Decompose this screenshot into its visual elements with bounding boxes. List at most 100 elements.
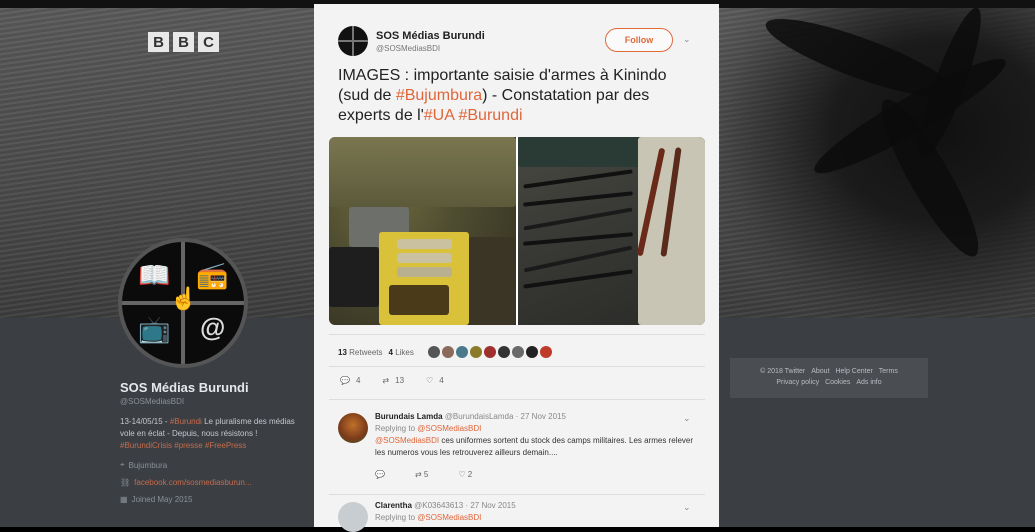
footer-links: © 2018 Twitter About Help Center Terms P… — [730, 358, 928, 398]
likes-stat[interactable]: 4 Likes — [389, 348, 414, 357]
calendar-icon: ▦ — [120, 495, 128, 504]
profile-avatar[interactable]: 📖 📻 📺 @ ☝ — [118, 238, 248, 368]
at-icon: @ — [200, 312, 226, 342]
liker-avatar[interactable] — [497, 346, 510, 358]
reply-date[interactable]: · 27 Nov 2015 — [516, 412, 566, 421]
footer-link-help[interactable]: Help Center — [835, 368, 872, 375]
retweets-count: 13 — [338, 347, 347, 357]
liker-avatar[interactable] — [469, 346, 482, 358]
liker-avatar[interactable] — [539, 346, 552, 358]
footer-copyright: © 2018 Twitter — [760, 368, 806, 375]
liker-avatar[interactable] — [441, 346, 454, 358]
hashtag-bujumbura[interactable]: #Bujumbura — [396, 87, 482, 104]
footer-link-ads[interactable]: Ads info — [856, 379, 881, 386]
profile-name[interactable]: SOS Médias Burundi — [120, 380, 310, 395]
divider — [329, 494, 705, 495]
tweet-author-handle[interactable]: @SOSMediasBDI — [376, 44, 485, 53]
tweet-photo[interactable] — [329, 137, 705, 325]
footer-link-about[interactable]: About — [811, 368, 829, 375]
bbc-letter: B — [173, 32, 194, 52]
divider — [329, 334, 705, 335]
tweet-stats: 13 Retweets 4 Likes — [338, 346, 552, 358]
profile-website[interactable]: ⛓ facebook.com/sosmediasburun... — [120, 478, 310, 487]
profile-joined: ▦ Joined May 2015 — [120, 495, 310, 504]
photo-seized-weapons[interactable] — [518, 137, 705, 325]
tweet-header: SOS Médias Burundi @SOSMediasBDI — [338, 26, 485, 56]
likes-label: Likes — [395, 347, 414, 357]
book-icon: 📖 — [138, 260, 171, 290]
hand-pointer-icon: ☝ — [170, 286, 198, 311]
bio-prefix: 13-14/05/15 - — [120, 417, 170, 426]
reply-icon[interactable]: 💬 — [375, 469, 385, 481]
liker-avatar[interactable] — [525, 346, 538, 358]
liker-avatars — [427, 346, 552, 358]
bbc-letter: C — [198, 32, 219, 52]
tweet-author-name[interactable]: SOS Médias Burundi — [376, 30, 485, 42]
reply-like-count: 2 — [467, 470, 473, 479]
liker-avatar[interactable] — [511, 346, 524, 358]
radio-icon: 📻 — [196, 260, 229, 290]
reply-date[interactable]: · 27 Nov 2015 — [465, 501, 515, 510]
replying-to-mention[interactable]: @SOSMediasBDI — [417, 513, 481, 522]
profile-sidebar: SOS Médias Burundi @SOSMediasBDI 13-14/0… — [120, 380, 310, 504]
retweet-button[interactable]: ⇄ 5 — [415, 469, 428, 481]
retweet-icon: ⇄ — [382, 376, 390, 385]
like-button[interactable]: ♡ 4 — [426, 376, 444, 385]
reply-icon: 💬 — [340, 376, 350, 385]
joined-text: Joined May 2015 — [131, 495, 193, 504]
bio-hashtags[interactable]: #BurundiCrisis #presse #FreePress — [120, 441, 246, 450]
retweets-stat[interactable]: 13 Retweets — [338, 348, 383, 357]
reply-count: 4 — [355, 376, 361, 385]
reply-actions: 💬 ⇄ 5 ♡ 2 — [375, 469, 695, 481]
reply-author-handle[interactable]: @K03643613 — [414, 501, 463, 510]
like-count: 4 — [439, 376, 444, 385]
profile-handle: @SOSMediasBDI — [120, 397, 185, 406]
location-text: Bujumbura — [128, 460, 168, 470]
chevron-down-icon[interactable]: ⌄ — [683, 502, 691, 513]
likes-count: 4 — [388, 347, 393, 357]
liker-avatar[interactable] — [483, 346, 496, 358]
bio-hashtag[interactable]: #Burundi — [170, 417, 202, 426]
footer-link-cookies[interactable]: Cookies — [825, 379, 850, 386]
tweet-author-avatar[interactable] — [338, 26, 368, 56]
profile-bio: 13-14/05/15 - #Burundi Le pluralisme des… — [120, 416, 310, 452]
bbc-logo: B B C — [148, 32, 219, 52]
profile-location: ⌖ Bujumbura — [120, 460, 310, 470]
footer-link-privacy[interactable]: Privacy policy — [776, 379, 819, 386]
like-button[interactable]: ♡ 2 — [458, 469, 472, 481]
retweets-label: Retweets — [349, 347, 383, 357]
reply-avatar[interactable] — [338, 413, 368, 443]
chevron-down-icon[interactable]: ⌄ — [683, 413, 691, 424]
reply-retweet-count: 5 — [423, 470, 429, 479]
reply-author-name[interactable]: Clarentha — [375, 501, 412, 510]
reply-mention[interactable]: @SOSMediasBDI — [375, 436, 439, 445]
footer-link-terms[interactable]: Terms — [879, 368, 898, 375]
location-icon: ⌖ — [120, 460, 125, 469]
reply-author-name[interactable]: Burundais Lamda — [375, 412, 443, 421]
replying-to-label: Replying to — [375, 513, 418, 522]
liker-avatar[interactable] — [427, 346, 440, 358]
retweet-button[interactable]: ⇄ 13 — [382, 376, 404, 385]
link-icon: ⛓ — [120, 478, 131, 487]
liker-avatar[interactable] — [455, 346, 468, 358]
replying-to-mention[interactable]: @SOSMediasBDI — [417, 424, 481, 433]
reply-button[interactable]: 💬 4 — [340, 376, 360, 385]
palm-silhouette — [720, 2, 1035, 318]
tweet-text: IMAGES : importante saisie d'armes à Kin… — [338, 66, 698, 126]
divider — [329, 366, 705, 367]
hashtag-ua[interactable]: #UA — [424, 107, 454, 124]
divider — [329, 399, 705, 400]
tweet-actions: 💬 4 ⇄ 13 ♡ 4 — [340, 376, 444, 385]
reply-avatar[interactable] — [338, 502, 368, 532]
hashtag-burundi[interactable]: #Burundi — [458, 107, 522, 124]
replying-to-label: Replying to — [375, 424, 418, 433]
photo-seized-uniforms[interactable] — [329, 137, 516, 325]
tv-icon: 📺 — [138, 314, 171, 344]
retweet-count: 13 — [395, 376, 405, 385]
follow-button[interactable]: Follow — [605, 28, 673, 52]
reply-author-handle[interactable]: @BurundaisLamda — [445, 412, 514, 421]
tweet-card: SOS Médias Burundi @SOSMediasBDI Follow … — [314, 4, 719, 532]
website-text[interactable]: facebook.com/sosmediasburun... — [134, 478, 251, 487]
chevron-down-icon[interactable]: ⌄ — [683, 34, 691, 45]
bbc-letter: B — [148, 32, 169, 52]
